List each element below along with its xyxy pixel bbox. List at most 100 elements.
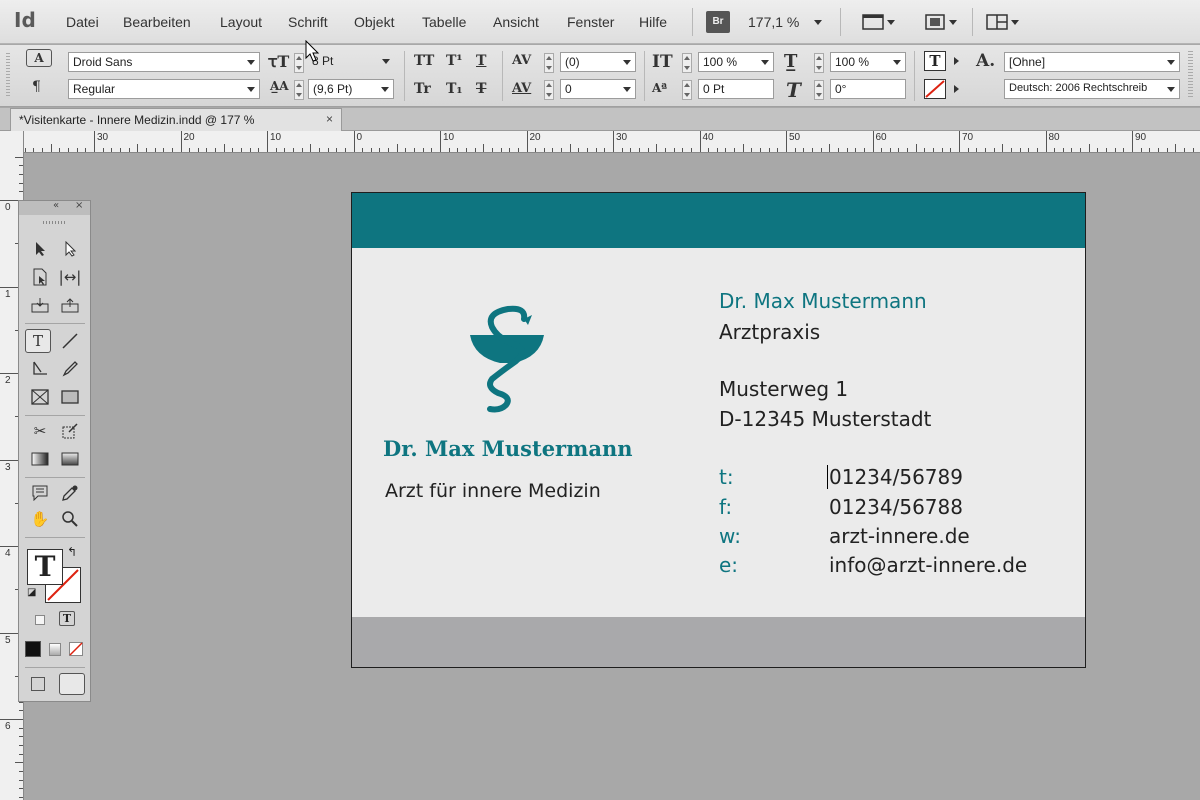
font-family-select[interactable]: Droid Sans — [68, 52, 260, 72]
pencil-tool-icon[interactable] — [57, 357, 83, 381]
pen-tool-icon[interactable] — [27, 357, 53, 381]
chevron-right-icon[interactable] — [954, 85, 959, 93]
contact-phone-value[interactable]: 01234/56789 — [829, 465, 963, 489]
ruler-tick — [552, 148, 554, 152]
contact-web-value[interactable]: arzt-innere.de — [829, 524, 970, 548]
menu-tabelle[interactable]: Tabelle — [422, 14, 466, 30]
horizontal-ruler[interactable]: 30 20 10 0 10 20 30 40 50 60 70 80 90 — [24, 131, 1200, 153]
skew-stepper[interactable] — [814, 80, 824, 100]
underline-icon[interactable]: T — [476, 53, 486, 69]
kerning-stepper[interactable] — [544, 53, 554, 73]
menu-objekt[interactable]: Objekt — [354, 14, 394, 30]
kerning-field[interactable]: (0) — [560, 52, 636, 72]
business-card[interactable]: Dr. Max Mustermann Arzt für innere Mediz… — [351, 192, 1086, 668]
normal-view-icon[interactable] — [31, 677, 45, 691]
tools-separator — [25, 415, 85, 416]
line-tool-icon[interactable] — [57, 329, 83, 353]
font-style-select[interactable]: Regular — [68, 79, 260, 99]
preview-view-icon[interactable] — [59, 673, 85, 695]
panel-grip[interactable] — [43, 221, 67, 224]
zoom-tool-icon[interactable] — [57, 507, 83, 531]
note-tool-icon[interactable] — [27, 481, 53, 505]
ruler-tick — [362, 148, 364, 152]
character-style-value: [Ohne] — [1009, 55, 1046, 69]
apply-gradient-icon[interactable] — [49, 643, 61, 656]
ruler-tick — [1019, 148, 1021, 152]
fill-text-icon[interactable]: T — [27, 549, 63, 585]
menu-hilfe[interactable]: Hilfe — [639, 14, 667, 30]
leading-field[interactable]: (9,6 Pt) — [308, 79, 394, 99]
leading-stepper[interactable] — [294, 80, 304, 100]
all-caps-icon[interactable]: TT — [414, 53, 434, 69]
contact-email-value[interactable]: info@arzt-innere.de — [829, 553, 1027, 577]
panel-grip[interactable] — [6, 53, 10, 97]
vertical-scale-field[interactable]: 100 % — [698, 52, 774, 72]
menu-layout[interactable]: Layout — [220, 14, 262, 30]
apply-color-icon[interactable] — [25, 641, 41, 657]
stroke-none-icon[interactable] — [924, 79, 946, 99]
small-caps-icon[interactable]: Tr — [414, 81, 431, 97]
free-transform-tool-icon[interactable] — [57, 419, 83, 443]
baseline-shift-stepper[interactable] — [682, 80, 692, 100]
collapse-icon[interactable]: « — [53, 200, 59, 211]
view-options-button[interactable] — [862, 12, 895, 32]
page-tool-icon[interactable] — [27, 265, 53, 289]
arrange-documents-button[interactable] — [986, 12, 1019, 32]
contact-fax-value[interactable]: 01234/56788 — [829, 495, 963, 519]
menu-schrift[interactable]: Schrift — [288, 14, 328, 30]
document-tab[interactable]: *Visitenkarte - Innere Medizin.indd @ 17… — [10, 108, 342, 131]
scissors-tool-icon[interactable]: ✂ — [27, 419, 53, 443]
eyedropper-tool-icon[interactable] — [57, 481, 83, 505]
gap-tool-icon[interactable]: |↔| — [57, 265, 83, 289]
horizontal-scale-field[interactable]: 100 % — [830, 52, 906, 72]
zoom-level[interactable]: 177,1 % — [748, 14, 799, 30]
direct-selection-tool-icon[interactable] — [57, 237, 83, 261]
subscript-icon[interactable]: T₁ — [446, 81, 463, 97]
character-style-select[interactable]: [Ohne] — [1004, 52, 1180, 72]
formatting-text-icon[interactable]: T — [59, 611, 75, 626]
gradient-swatch-tool-icon[interactable] — [27, 447, 53, 471]
close-icon[interactable]: × — [75, 200, 83, 211]
type-tool-icon[interactable]: T — [25, 329, 51, 353]
vertical-scale-stepper[interactable] — [682, 53, 692, 73]
rectangle-frame-tool-icon[interactable] — [27, 385, 53, 409]
language-select[interactable]: Deutsch: 2006 Rechtschreib — [1004, 79, 1180, 99]
menu-ansicht[interactable]: Ansicht — [493, 14, 539, 30]
superscript-icon[interactable]: T¹ — [446, 53, 463, 69]
gradient-feather-tool-icon[interactable] — [57, 447, 83, 471]
ruler-tick — [1114, 148, 1116, 152]
chevron-right-icon[interactable] — [954, 57, 959, 65]
tracking-field[interactable]: 0 — [560, 79, 636, 99]
tracking-stepper[interactable] — [544, 80, 554, 100]
formatting-container-icon[interactable] — [35, 615, 45, 625]
paragraph-mode-icon[interactable]: ¶ — [32, 79, 41, 95]
ruler-tick — [872, 131, 874, 152]
panel-grip[interactable] — [1188, 51, 1193, 97]
swap-fill-stroke-icon[interactable]: ↰ — [67, 545, 77, 559]
apply-none-icon[interactable] — [69, 642, 83, 656]
skew-field[interactable]: 0° — [830, 79, 906, 99]
ruler-tick — [19, 182, 23, 184]
ruler-tick — [19, 727, 23, 729]
content-collector-icon[interactable] — [27, 293, 53, 317]
text-fill-icon[interactable]: T — [924, 51, 946, 71]
font-size-stepper[interactable] — [294, 53, 304, 73]
rectangle-tool-icon[interactable] — [57, 385, 83, 409]
default-fill-stroke-icon[interactable]: ◪ — [27, 587, 36, 598]
menu-fenster[interactable]: Fenster — [567, 14, 614, 30]
menu-bearbeiten[interactable]: Bearbeiten — [123, 14, 191, 30]
close-icon[interactable]: × — [326, 112, 333, 126]
horizontal-scale-stepper[interactable] — [814, 53, 824, 73]
baseline-shift-field[interactable]: 0 Pt — [698, 79, 774, 99]
bridge-button[interactable]: Br — [706, 11, 730, 33]
content-placer-icon[interactable] — [57, 293, 83, 317]
ruler-tick — [699, 131, 701, 152]
tools-panel-header[interactable]: « × — [19, 200, 90, 215]
zoom-dropdown-icon[interactable] — [814, 20, 822, 25]
strikethrough-icon[interactable]: T — [476, 81, 486, 97]
selection-tool-icon[interactable] — [27, 237, 53, 261]
menu-datei[interactable]: Datei — [66, 14, 99, 30]
hand-tool-icon[interactable]: ✋ — [27, 507, 53, 531]
character-mode-icon[interactable]: A — [26, 49, 52, 67]
screen-mode-button[interactable] — [924, 12, 957, 32]
